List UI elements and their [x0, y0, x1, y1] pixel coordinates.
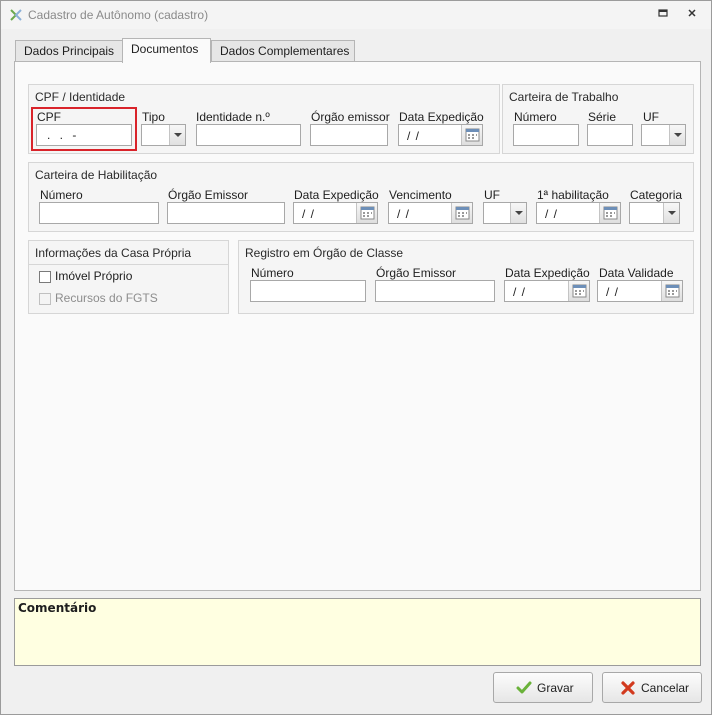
cancelar-button[interactable]: Cancelar: [602, 672, 702, 703]
cnh-vencimento-label: Vencimento: [389, 188, 452, 202]
registro-orgao-field[interactable]: [375, 280, 495, 302]
recursos-fgts-label: Recursos do FGTS: [55, 291, 158, 305]
ctps-serie-label: Série: [588, 110, 617, 124]
cancel-x-icon: [621, 681, 635, 695]
casa-propria-group: Informações da Casa Própria Imóvel Própr…: [28, 240, 229, 314]
calendar-icon[interactable]: [568, 281, 589, 301]
registro-data-validade-label: Data Validade: [599, 266, 674, 280]
cnh-vencimento-field[interactable]: / /: [388, 202, 473, 224]
chevron-down-icon[interactable]: [663, 203, 679, 223]
cnh-data-expedicao-label: Data Expedição: [294, 188, 379, 202]
divider: [29, 264, 228, 265]
cnh-categoria-select[interactable]: [629, 202, 680, 224]
cnh-uf-label: UF: [484, 188, 500, 202]
chevron-down-icon[interactable]: [169, 125, 185, 145]
calendar-icon[interactable]: [661, 281, 682, 301]
registro-numero-field[interactable]: [250, 280, 366, 302]
cnh-categoria-label: Categoria: [630, 188, 683, 202]
gravar-label: Gravar: [537, 681, 574, 695]
registro-data-validade-field[interactable]: / /: [597, 280, 683, 302]
cnh-uf-select[interactable]: [483, 202, 527, 224]
cnh-numero-label: Número: [40, 188, 83, 202]
cadastro-window: Cadastro de Autônomo (cadastro) Dados Pr…: [0, 0, 712, 715]
checkmark-icon: [516, 681, 532, 694]
ctps-numero-field[interactable]: [513, 124, 579, 146]
cnh-primeira-field[interactable]: / /: [536, 202, 621, 224]
tab-dados-principais[interactable]: Dados Principais: [15, 40, 123, 62]
gravar-button[interactable]: Gravar: [493, 672, 593, 703]
ctps-numero-label: Número: [514, 110, 557, 124]
identidade-field[interactable]: [196, 124, 301, 146]
comment-label: Comentário: [18, 601, 97, 615]
ctps-uf-select[interactable]: [641, 124, 686, 146]
group-title: Registro em Órgão de Classe: [245, 246, 404, 260]
cancelar-label: Cancelar: [641, 681, 690, 695]
registro-orgao-label: Órgão Emissor: [376, 266, 457, 280]
ctps-serie-field[interactable]: [587, 124, 633, 146]
tab-dados-complementares[interactable]: Dados Complementares: [211, 40, 355, 62]
orgao-emissor-field[interactable]: [310, 124, 388, 146]
group-title: Carteira de Habilitação: [35, 168, 158, 182]
cnh-orgao-field[interactable]: [167, 202, 285, 224]
cnh-primeira-label: 1ª habilitação: [537, 188, 609, 202]
calendar-icon[interactable]: [599, 203, 620, 223]
app-icon: [10, 9, 22, 21]
carteira-trabalho-group: Carteira de Trabalho Número Série UF: [502, 84, 694, 154]
cnh-data-expedicao-field[interactable]: / /: [293, 202, 378, 224]
orgao-emissor-label: Órgão emissor: [311, 110, 390, 124]
documentos-panel: CPF / Identidade CPF . . - Tipo Identida…: [14, 61, 701, 591]
tab-documentos[interactable]: Documentos: [122, 38, 211, 63]
tipo-label: Tipo: [142, 110, 165, 124]
registro-data-expedicao-label: Data Expedição: [505, 266, 590, 280]
data-expedicao-label: Data Expedição: [399, 110, 484, 124]
window-title: Cadastro de Autônomo (cadastro): [28, 8, 209, 22]
comment-area[interactable]: Comentário: [14, 598, 701, 666]
close-icon[interactable]: [684, 7, 700, 23]
recursos-fgts-checkbox[interactable]: [39, 293, 51, 305]
ctps-uf-label: UF: [643, 110, 659, 124]
group-title: CPF / Identidade: [35, 90, 126, 104]
tipo-select[interactable]: [141, 124, 186, 146]
cnh-numero-field[interactable]: [39, 202, 159, 224]
registro-classe-group: Registro em Órgão de Classe Número Órgão…: [238, 240, 694, 314]
calendar-icon[interactable]: [451, 203, 472, 223]
calendar-icon[interactable]: [356, 203, 377, 223]
data-expedicao-field[interactable]: / /: [398, 124, 483, 146]
registro-data-expedicao-field[interactable]: / /: [504, 280, 590, 302]
group-title: Carteira de Trabalho: [509, 90, 619, 104]
chevron-down-icon[interactable]: [510, 203, 526, 223]
cnh-orgao-label: Órgão Emissor: [168, 188, 249, 202]
group-title: Informações da Casa Própria: [35, 246, 192, 260]
calendar-icon[interactable]: [461, 125, 482, 145]
cpf-identidade-group: CPF / Identidade CPF . . - Tipo Identida…: [28, 84, 500, 154]
registro-numero-label: Número: [251, 266, 294, 280]
chevron-down-icon[interactable]: [669, 125, 685, 145]
imovel-proprio-label: Imóvel Próprio: [55, 269, 133, 283]
imovel-proprio-checkbox[interactable]: [39, 271, 51, 283]
restore-icon[interactable]: [655, 7, 671, 23]
carteira-habilitacao-group: Carteira de Habilitação Número Órgão Emi…: [28, 162, 694, 232]
cpf-highlight: [31, 107, 137, 151]
title-bar: Cadastro de Autônomo (cadastro): [1, 1, 711, 29]
identidade-label: Identidade n.º: [196, 110, 270, 124]
